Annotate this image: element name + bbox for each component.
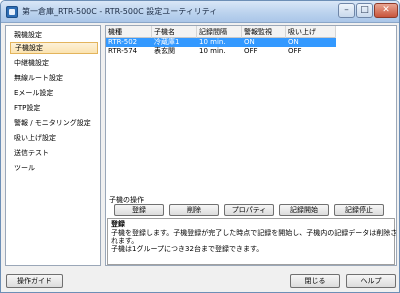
start-recording-button[interactable]: 記録開始 [279,204,329,216]
column-header-alarm[interactable]: 警報監視 [242,26,286,38]
sidebar-item-wireless-route[interactable]: 無線ルート設定 [10,72,98,84]
main-panel: 機種 子機名 記録間隔 警報監視 吸い上げ RTR-502 冷蔵庫1 10 mi… [105,25,397,266]
register-button[interactable]: 登録 [114,204,164,216]
sidebar-item-tools[interactable]: ツール [10,162,98,174]
cell-alarm: OFF [244,47,258,55]
sidebar-item-repeater-settings[interactable]: 中継機設定 [10,57,98,69]
description-line: れます。 [111,237,139,245]
column-header-unit-name[interactable]: 子機名 [152,26,197,38]
operations-group: 子機の操作 登録 削除 プロパティ 記録開始 記録停止 登録 子機を登録します。… [106,193,398,266]
sidebar-item-email-settings[interactable]: Eメール設定 [10,87,98,99]
sidebar-item-alarm-monitoring[interactable]: 警報 / モニタリング設定 [10,117,98,129]
app-icon [6,6,18,18]
cell-download: ON [288,38,299,46]
help-button[interactable]: ヘルプ [346,274,396,288]
cell-unit-name: 冷蔵庫1 [154,38,180,46]
title-bar[interactable]: 第一倉庫_RTR-500C - RTR-500C 設定ユーティリティ – □ ✕ [1,1,399,23]
table-header: 機種 子機名 記録間隔 警報監視 吸い上げ [106,26,336,38]
operation-guide-button[interactable]: 操作ガイド [6,274,63,288]
table-row[interactable]: RTR-502 冷蔵庫1 10 min. ON ON [106,38,336,47]
maximize-button[interactable]: □ [356,3,373,18]
column-header-download[interactable]: 吸い上げ [286,26,336,38]
operation-description: 登録 子機を登録します。子機登録が完了した時点で記録を開始し、子機内の記録データ… [107,218,398,265]
table-row[interactable]: RTR-574 表玄関 10 min. OFF OFF [106,47,336,56]
sidebar-nav: 親機設定 子機設定 中継機設定 無線ルート設定 Eメール設定 FTP設定 警報 … [5,25,101,266]
sidebar-item-remote-settings[interactable]: 子機設定 [10,42,98,54]
cell-alarm: ON [244,38,255,46]
description-title: 登録 [111,220,125,228]
description-line: 子機を登録します。子機登録が完了した時点で記録を開始し、子機内の記録データは削除… [111,229,398,237]
cell-model: RTR-502 [108,38,138,46]
delete-button[interactable]: 削除 [169,204,219,216]
properties-button[interactable]: プロパティ [224,204,274,216]
close-button[interactable]: 閉じる [290,274,340,288]
cell-model: RTR-574 [108,47,138,55]
stop-recording-button[interactable]: 記録停止 [334,204,384,216]
sidebar-item-download-settings[interactable]: 吸い上げ設定 [10,132,98,144]
window-title: 第一倉庫_RTR-500C - RTR-500C 設定ユーティリティ [22,7,218,16]
minimize-button[interactable]: – [338,3,355,18]
cell-download: OFF [288,47,302,55]
description-line: 子機は1グループにつき32台まで登録できます。 [111,245,264,253]
cell-interval: 10 min. [199,47,226,55]
close-window-button[interactable]: ✕ [374,3,398,18]
cell-interval: 10 min. [199,38,226,46]
column-header-interval[interactable]: 記録間隔 [197,26,242,38]
sidebar-item-ftp-settings[interactable]: FTP設定 [10,102,98,114]
sidebar-item-parent-settings[interactable]: 親機設定 [10,29,98,41]
column-header-model[interactable]: 機種 [106,26,152,38]
settings-window: 第一倉庫_RTR-500C - RTR-500C 設定ユーティリティ – □ ✕… [0,0,400,293]
sidebar-item-send-test[interactable]: 送信テスト [10,147,98,159]
cell-unit-name: 表玄関 [154,47,175,55]
